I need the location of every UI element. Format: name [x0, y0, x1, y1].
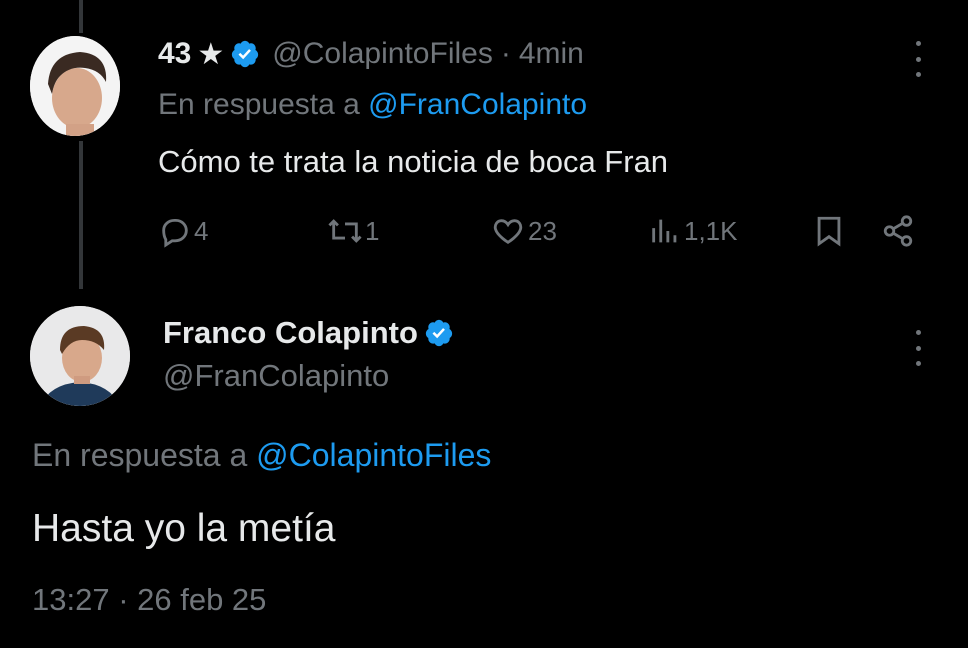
tweet-1-reply-to-link[interactable]: @FranColapinto	[368, 88, 587, 121]
reply-icon	[162, 218, 188, 248]
share-icon	[883, 215, 913, 247]
more-icon[interactable]	[908, 330, 928, 366]
thread-line-top	[79, 0, 83, 33]
verified-icon	[232, 40, 259, 68]
tweet-1-separator: ·	[500, 37, 511, 70]
views-button[interactable]: 1,1K	[648, 214, 738, 248]
tweet-2-text: Hasta yo la metía	[32, 507, 336, 550]
share-button[interactable]	[880, 214, 916, 248]
tweet-1-text: Cómo te trata la noticia de boca Fran	[158, 144, 669, 179]
thread-line-connector	[79, 141, 83, 289]
tweet-2-reply-context: En respuesta a @ColapintoFiles	[32, 437, 491, 474]
views-count: 1,1K	[684, 215, 738, 246]
more-icon[interactable]	[908, 41, 928, 77]
tweet-2-handle[interactable]: @FranColapinto	[163, 358, 389, 394]
like-button[interactable]: 23	[490, 214, 557, 248]
bookmark-button[interactable]	[812, 214, 846, 248]
tweet-2-reply-prefix: En respuesta a	[32, 437, 248, 473]
reply-button[interactable]: 4	[158, 214, 208, 248]
tweet-1-reply-context: En respuesta a @FranColapinto	[158, 88, 587, 122]
tweet-1-header: 43 ★ @ColapintoFiles · 4min	[158, 34, 584, 74]
tweet-2-timestamp[interactable]: 13:27 · 26 feb 25	[32, 582, 266, 618]
verified-icon	[425, 319, 453, 347]
tweet-1-time[interactable]: 4min	[519, 37, 584, 71]
like-icon	[493, 219, 523, 244]
tweet-1-reply-prefix: En respuesta a	[158, 88, 360, 121]
views-icon	[652, 219, 677, 243]
avatar-francolapinto[interactable]	[30, 306, 130, 406]
tweet-2-reply-to-link[interactable]: @ColapintoFiles	[256, 437, 491, 473]
repost-button[interactable]: 1	[325, 214, 379, 248]
avatar-colapintofiles[interactable]	[30, 36, 120, 136]
repost-icon	[328, 219, 362, 243]
bookmark-icon	[817, 216, 841, 247]
like-count: 23	[528, 215, 557, 246]
repost-count: 1	[365, 215, 380, 246]
tweet-1-display-name[interactable]: 43	[158, 37, 191, 71]
tweet-2-display-name[interactable]: Franco Colapinto	[163, 315, 418, 351]
star-icon: ★	[197, 37, 225, 71]
reply-count: 4	[194, 215, 209, 246]
tweet-2-header: Franco Colapinto	[163, 313, 454, 353]
tweet-1-handle[interactable]: @ColapintoFiles	[272, 37, 493, 71]
